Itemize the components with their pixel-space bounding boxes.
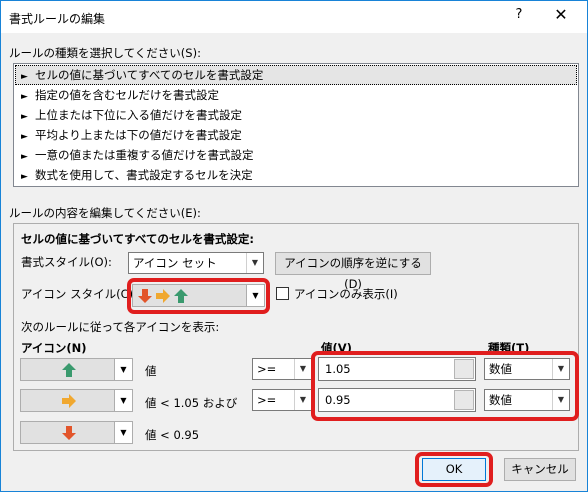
edit-rule-label: ルールの内容を編集してください(E): xyxy=(9,206,201,220)
icon-style-highlight xyxy=(127,278,270,314)
rule-type-label: ルールの種類を選択してください(S): xyxy=(9,46,201,60)
ok-highlight xyxy=(415,452,493,487)
icon-select-row-2[interactable]: ▼ xyxy=(20,389,133,412)
dialog-title: 書式ルールの編集 xyxy=(9,12,106,26)
format-style-select[interactable]: アイコン セット ▼ xyxy=(128,252,264,274)
icon-only-checkbox[interactable] xyxy=(276,287,289,300)
section-heading: セルの値に基づいてすべてのセルを書式設定: xyxy=(21,232,254,246)
rule-type-item[interactable]: ► 上位または下位に入る値だけを書式設定 xyxy=(15,105,577,125)
rule-type-item[interactable]: ► 数式を使用して、書式設定するセルを決定 xyxy=(15,165,577,185)
up-arrow-icon xyxy=(62,363,76,377)
cancel-button[interactable]: キャンセル xyxy=(504,458,576,481)
rule-type-list[interactable]: ► セルの値に基づいてすべてのセルを書式設定 ► 指定の値を含むセルだけを書式設定 … xyxy=(13,63,579,187)
triangle-icon: ► xyxy=(21,152,28,162)
chevron-down-icon: ▼ xyxy=(114,359,132,380)
value-type-highlight xyxy=(311,351,579,421)
triangle-icon: ► xyxy=(21,112,28,122)
chevron-down-icon: ▼ xyxy=(246,253,263,273)
rule-type-item[interactable]: ► 平均より上または下の値だけを書式設定 xyxy=(15,125,577,145)
title-bar: 書式ルールの編集 ? ✕ xyxy=(1,1,587,33)
icon-column-header: アイコン(N) xyxy=(21,341,87,355)
chevron-down-icon: ▼ xyxy=(114,422,132,443)
triangle-icon: ► xyxy=(21,72,28,82)
chevron-down-icon: ▼ xyxy=(294,390,311,410)
rule-type-item[interactable]: ► 指定の値を含むセルだけを書式設定 xyxy=(15,85,577,105)
condition-row-2: 値 < 1.05 および xyxy=(145,396,238,410)
operator-select-row-2[interactable]: >= ▼ xyxy=(252,389,312,411)
triangle-icon: ► xyxy=(21,92,28,102)
rule-type-item[interactable]: ► セルの値に基づいてすべてのセルを書式設定 xyxy=(15,65,577,85)
rules-caption: 次のルールに従って各アイコンを表示: xyxy=(21,320,220,334)
edit-format-rule-dialog: 書式ルールの編集 ? ✕ ルールの種類を選択してください(S): ► セルの値に基… xyxy=(0,0,588,492)
triangle-icon: ► xyxy=(21,132,28,142)
triangle-icon: ► xyxy=(21,172,28,182)
icon-select-row-3[interactable]: ▼ xyxy=(20,421,133,444)
chevron-down-icon: ▼ xyxy=(114,390,132,411)
chevron-down-icon: ▼ xyxy=(294,359,311,379)
icon-only-label: アイコンのみ表示(I) xyxy=(294,287,398,301)
condition-row-1: 値 xyxy=(145,364,157,378)
rule-type-item[interactable]: ► 一意の値または重複する値だけを書式設定 xyxy=(15,145,577,165)
help-button[interactable]: ? xyxy=(505,7,533,29)
reverse-icon-order-button[interactable]: アイコンの順序を逆にする(D) xyxy=(275,252,431,291)
icon-style-label: アイコン スタイル(C): xyxy=(21,287,137,301)
icon-select-row-1[interactable]: ▼ xyxy=(20,358,133,381)
right-arrow-icon xyxy=(62,394,76,408)
close-button[interactable]: ✕ xyxy=(541,5,581,29)
down-arrow-icon xyxy=(62,426,76,440)
operator-select-row-1[interactable]: >= ▼ xyxy=(252,358,312,380)
format-style-label: 書式スタイル(O): xyxy=(21,255,112,269)
condition-row-3: 値 < 0.95 xyxy=(145,428,200,442)
